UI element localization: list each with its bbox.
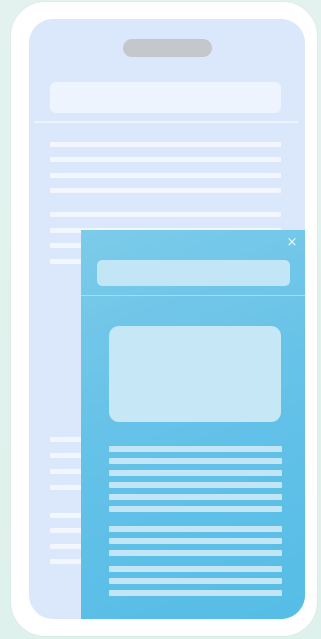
background-text-line — [50, 173, 281, 178]
drawer-image-placeholder — [109, 326, 281, 422]
drawer-text-line — [109, 538, 282, 544]
drawer-text-line — [109, 526, 282, 532]
background-text-line — [50, 157, 281, 162]
background-text-line — [50, 188, 281, 193]
background-text-line — [50, 212, 281, 217]
drawer-text-line — [109, 482, 282, 488]
drawer-text-line — [109, 446, 282, 452]
side-drawer-panel: × — [81, 230, 305, 619]
drawer-text-line — [109, 458, 282, 464]
phone-screen: × — [29, 19, 305, 619]
drawer-text-line — [109, 506, 282, 512]
drawer-title-placeholder — [97, 260, 290, 286]
drawer-text-line — [109, 566, 282, 572]
close-icon[interactable]: × — [285, 236, 299, 250]
background-text-line — [50, 142, 281, 147]
drawer-text-line — [109, 470, 282, 476]
drawer-divider — [81, 295, 305, 296]
drawer-text-line — [109, 590, 282, 596]
drawer-text-line — [109, 550, 282, 556]
drawer-text-line — [109, 494, 282, 500]
phone-notch — [123, 39, 212, 57]
background-divider — [34, 121, 298, 123]
drawer-text-line — [109, 578, 282, 584]
background-header-placeholder — [50, 82, 281, 113]
